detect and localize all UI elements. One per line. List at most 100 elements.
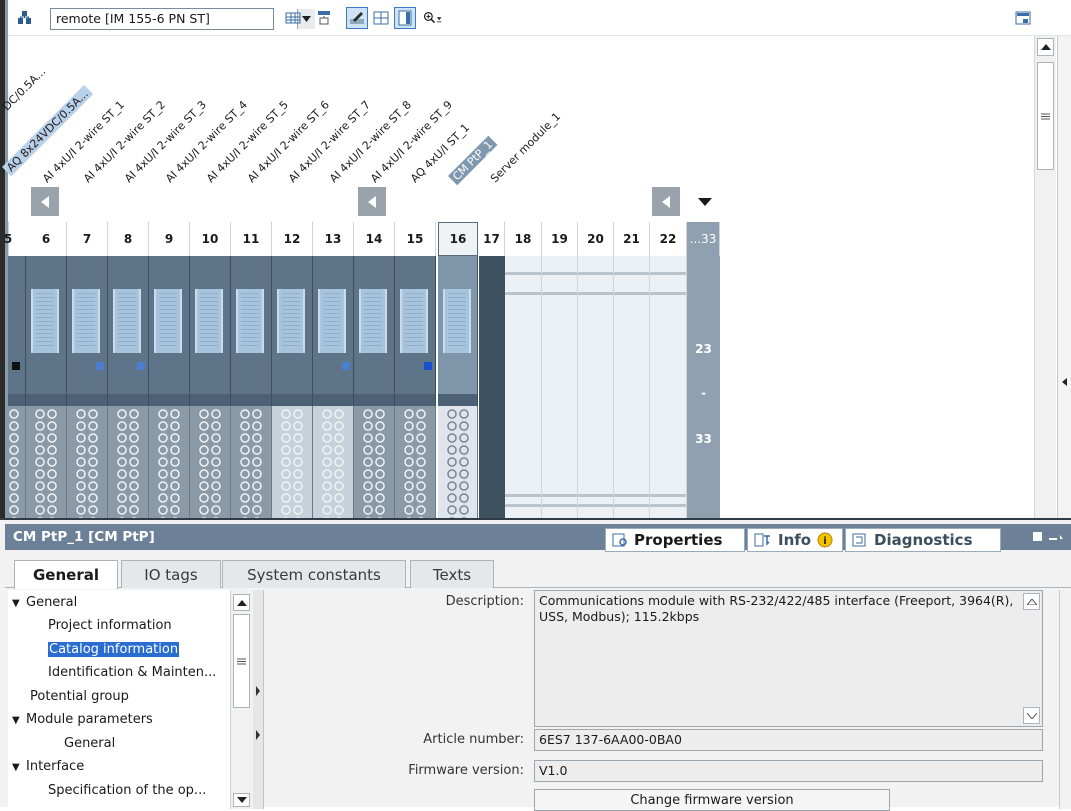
scroll-up-button[interactable]	[1037, 38, 1054, 56]
panel-splitter[interactable]	[253, 590, 264, 809]
module-cm-ptp[interactable]	[438, 256, 478, 406]
subtab-io-tags[interactable]: IO tags	[121, 560, 221, 588]
scroll-left-button-3[interactable]	[652, 187, 680, 216]
empty-slot[interactable]	[614, 256, 650, 518]
chevron-left-icon	[1062, 378, 1067, 386]
properties-icon	[612, 533, 627, 547]
tree-item-identification[interactable]: Identification & Mainten...	[48, 662, 216, 683]
module-slot-10[interactable]	[190, 256, 231, 406]
tab-info[interactable]: Info i	[747, 528, 843, 552]
subtab-system-constants[interactable]: System constants	[222, 560, 406, 588]
network-overview-button[interactable]	[14, 7, 36, 29]
collapse-slots-button[interactable]	[689, 187, 721, 216]
tree-scrollbar[interactable]	[230, 590, 252, 809]
slot-number[interactable]: 17	[479, 222, 505, 256]
tab-diagnostics[interactable]: Diagnostics	[845, 528, 1001, 552]
slot-number[interactable]: 18	[505, 222, 542, 256]
description-scroll-down[interactable]	[1023, 707, 1040, 724]
chevron-left-icon	[662, 195, 670, 208]
tab-diagnostics-label: Diagnostics	[874, 531, 973, 549]
slot-number[interactable]: 10	[190, 222, 231, 256]
tree-item-module-parameters[interactable]: ▼ Module parameters	[12, 709, 153, 730]
module-slot-13[interactable]	[313, 256, 354, 406]
tree-item-module-general[interactable]: General	[64, 733, 115, 754]
slot-number[interactable]: 13	[313, 222, 354, 256]
tab-properties[interactable]: Properties	[605, 528, 745, 552]
status-led	[424, 362, 432, 370]
module-server[interactable]	[479, 256, 505, 518]
slot-range-23-33[interactable]: 23 - 33	[687, 256, 720, 518]
window-controls[interactable]	[1033, 531, 1063, 546]
zoom-button[interactable]	[422, 7, 444, 29]
chevron-left-icon	[368, 195, 376, 208]
navigation-tree: ▼ General Project information Catalog inf…	[8, 590, 230, 809]
scroll-left-button[interactable]	[31, 187, 59, 216]
empty-slot[interactable]	[542, 256, 578, 518]
slot-number[interactable]: 22	[650, 222, 687, 256]
slot-number[interactable]: 12	[272, 222, 313, 256]
slot-number-selected[interactable]: 16	[438, 222, 478, 256]
module-slot-12[interactable]	[272, 256, 313, 406]
empty-slot[interactable]	[578, 256, 614, 518]
page-break-button[interactable]	[394, 7, 416, 29]
network-icon	[18, 11, 31, 24]
grid-button[interactable]	[370, 7, 392, 29]
tree-item-specification[interactable]: Specification of the op...	[48, 780, 206, 801]
right-collapse-strip[interactable]	[1057, 36, 1071, 518]
terminal-block	[272, 406, 313, 518]
slot-number[interactable]: 20	[578, 222, 614, 256]
tree-item-catalog-information[interactable]: Catalog information	[46, 639, 181, 660]
show-name-button[interactable]	[313, 7, 335, 29]
tree-scroll-down[interactable]	[233, 793, 250, 807]
edit-button[interactable]	[346, 7, 368, 29]
slot-number[interactable]: 19	[542, 222, 578, 256]
module-slot-9[interactable]	[149, 256, 190, 406]
article-number-field[interactable]: 6ES7 137-6AA00-0BA0	[534, 729, 1043, 751]
slot-number[interactable]: 11	[231, 222, 272, 256]
firmware-version-field[interactable]: V1.0	[534, 760, 1043, 782]
module-slot-8[interactable]	[108, 256, 149, 406]
vertical-scrollbar[interactable]	[1034, 36, 1056, 518]
device-properties-button[interactable]	[282, 7, 304, 29]
module-slot-15[interactable]	[395, 256, 436, 406]
scrollbar-thumb[interactable]	[1037, 62, 1054, 170]
scroll-left-button-2[interactable]	[358, 187, 386, 216]
module-slot-11[interactable]	[231, 256, 272, 406]
grip-icon	[1041, 113, 1050, 119]
module-slot-7[interactable]	[67, 256, 108, 406]
tree-item-interface[interactable]: ▼ Interface	[12, 756, 84, 777]
slot-number[interactable]: 5	[4, 222, 12, 256]
slot-number[interactable]: 6	[26, 222, 67, 256]
device-select[interactable]: remote [IM 155-6 PN ST]	[50, 8, 315, 30]
article-number-label: Article number:	[423, 732, 524, 747]
slot-number-range[interactable]: ...33	[687, 222, 720, 256]
change-firmware-button[interactable]: Change firmware version	[534, 789, 890, 811]
module-slot-5[interactable]	[8, 256, 26, 406]
subtab-texts[interactable]: Texts	[410, 560, 494, 588]
subtab-general[interactable]: General	[14, 560, 118, 589]
slot-number[interactable]: 8	[108, 222, 149, 256]
status-led	[137, 362, 145, 370]
slot-number[interactable]: 15	[395, 222, 436, 256]
tree-scroll-up[interactable]	[233, 594, 250, 611]
module-slot-6[interactable]	[26, 256, 67, 406]
name-icon	[318, 11, 330, 25]
slot-number[interactable]: 7	[67, 222, 108, 256]
slot-number[interactable]: 9	[149, 222, 190, 256]
slot-number[interactable]: 21	[614, 222, 650, 256]
tree-scroll-thumb[interactable]	[233, 614, 250, 708]
description-scroll-up[interactable]	[1023, 593, 1040, 610]
table-icon	[285, 12, 301, 24]
slot-number[interactable]: 14	[354, 222, 395, 256]
module-slot-14[interactable]	[354, 256, 395, 406]
tree-item-project-information[interactable]: Project information	[48, 615, 172, 636]
properties-title: CM PtP_1 [CM PtP]	[13, 529, 155, 545]
subtab-bar: General IO tags System constants Texts	[5, 560, 1071, 589]
description-field[interactable]: Communications module with RS-232/422/48…	[534, 590, 1043, 727]
overview-icon	[1015, 11, 1031, 25]
empty-slot[interactable]	[650, 256, 687, 518]
tree-item-general[interactable]: ▼ General	[12, 592, 77, 613]
empty-slot[interactable]	[505, 256, 542, 518]
tree-item-potential-group[interactable]: Potential group	[30, 686, 129, 707]
overview-navigation-button[interactable]	[1012, 7, 1034, 29]
